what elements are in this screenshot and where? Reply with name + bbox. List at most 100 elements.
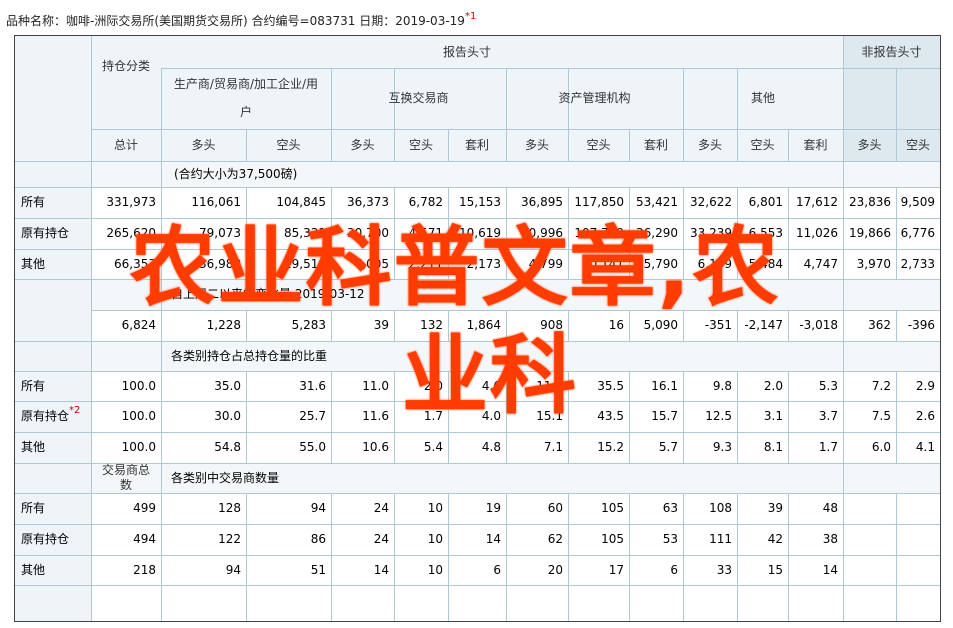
table-cell-value: 11.0 — [362, 379, 389, 393]
table-cell-value: 3,970 — [856, 257, 891, 271]
other-reportables-header: 其他 — [750, 91, 775, 105]
table-cell-value: 17 — [608, 563, 624, 577]
non-report-positions-header: 非报告头寸 — [861, 45, 922, 59]
table-cell-value: 25.7 — [299, 409, 326, 423]
table-cell-value: 55.0 — [299, 440, 326, 454]
table-cell-value: 10,141 — [582, 257, 624, 271]
table-cell-value: 117,850 — [574, 195, 624, 209]
producer-merchant-header: 生产商/贸易商/加工企业/用户 — [173, 77, 319, 119]
row-label: 其他 — [15, 249, 91, 279]
table-cell-value: 3.1 — [763, 409, 783, 423]
table-cell-value: 15.7 — [651, 409, 678, 423]
traders-count-header-line-2: 数 — [119, 478, 132, 492]
table-cell-value: 10 — [427, 501, 443, 515]
caption-text: 品种名称：咖啡-洲际交易所(美国期货交易所) 合约编号=083731 日期：20… — [6, 14, 465, 28]
table-cell-value: 79,073 — [199, 226, 241, 240]
table-cell-value: 9.8 — [712, 379, 732, 393]
table-cell-value: 11.1 — [536, 379, 563, 393]
table-cell-value: 85,331 — [284, 226, 326, 240]
table-cell-value: 4.1 — [915, 440, 935, 454]
table-cell-value: 15 — [767, 563, 783, 577]
table-cell-value: 4,747 — [803, 257, 838, 271]
table-cell-value: 4,799 — [528, 257, 563, 271]
table-cell-value: 6 — [493, 563, 501, 577]
table-cell-value: 100.0 — [121, 409, 156, 423]
row-label-text: 原有持仓 — [21, 409, 70, 423]
subheader-11: 套利 — [803, 138, 828, 152]
table-cell-value: 6 — [670, 563, 678, 577]
table-cell-value: 30,996 — [521, 226, 563, 240]
table-cell-value: 33 — [716, 563, 732, 577]
table-cell-value: 100.0 — [121, 440, 156, 454]
section-title-2: 自上周二以来的变化量 2019-03-12 — [171, 287, 365, 301]
row-label: 原有持仓 — [15, 218, 91, 249]
table-cell-value: 6,801 — [748, 195, 783, 209]
table-cell-value: 5,090 — [643, 318, 678, 332]
table-cell-value: 14 — [822, 563, 838, 577]
table-cell-value: 116,061 — [191, 195, 241, 209]
table-cell-value — [843, 524, 896, 555]
table-cell-value: 19,866 — [849, 226, 891, 240]
table-cell-value — [843, 493, 896, 524]
table-cell-value: 33,239 — [690, 226, 732, 240]
table-cell-value: 39 — [373, 318, 389, 332]
table-cell-value: 265,620 — [106, 226, 156, 240]
table-cell-value: 6,159 — [697, 257, 732, 271]
table-cell-value: 35.0 — [214, 379, 241, 393]
table-cell-value: 9,509 — [900, 195, 935, 209]
table-cell-value: 2.9 — [915, 379, 935, 393]
table-cell-value: 104,845 — [276, 195, 326, 209]
table-cell-value: 15.1 — [536, 409, 563, 423]
table-cell-value: 122 — [218, 532, 241, 546]
table-cell-value: 5,484 — [748, 257, 783, 271]
row-label-text: 所有 — [21, 195, 46, 209]
table-cell-value: 63 — [662, 501, 678, 515]
table-cell-value: 31.6 — [299, 379, 326, 393]
table-cell-value: 111 — [709, 532, 732, 546]
traders-count-header-line-1: 交易商总 — [101, 463, 150, 477]
row-label: 原有持仓*2 — [15, 401, 91, 432]
table-cell-value: 1,228 — [206, 318, 241, 332]
table-cell-value: 94 — [225, 563, 241, 577]
table-cell-value: 499 — [133, 501, 156, 515]
row-label: 所有 — [15, 187, 91, 218]
table-cell-value: 11,026 — [796, 226, 838, 240]
table-cell-value: 62 — [547, 532, 563, 546]
table-cell-value: 218 — [133, 563, 156, 577]
subheader-13: 空头 — [905, 138, 930, 152]
subheader-8: 套利 — [643, 138, 668, 152]
table-cell-value: 9.3 — [712, 440, 732, 454]
table-cell-value: 24 — [373, 501, 389, 515]
table-cell-value: 51 — [310, 563, 326, 577]
table-cell-value: 11.6 — [362, 409, 389, 423]
table-cell-value — [896, 493, 940, 524]
row-label-text: 原有持仓 — [21, 532, 70, 546]
row-label-text: 原有持仓 — [21, 226, 70, 240]
table-cell-value: 86 — [310, 532, 326, 546]
row-label — [15, 310, 91, 341]
table-cell-value: 16.1 — [651, 379, 678, 393]
subheader-6: 多头 — [524, 138, 549, 152]
table-cell-value: 362 — [868, 318, 891, 332]
table-cell-value: 105 — [601, 532, 624, 546]
subheader-3: 多头 — [350, 138, 375, 152]
table-cell-value: 10 — [427, 563, 443, 577]
table-cell-value: 7.2 — [871, 379, 891, 393]
row-label-text: 所有 — [21, 501, 46, 515]
table-cell-value: 4,571 — [408, 226, 443, 240]
cot-report-table: 报告头寸 非报告头寸 持仓分类 生产商/贸易商/加工企业/用户 互换交易商 资产管理机构其… — [14, 35, 941, 622]
table-cell-value: 6.0 — [871, 440, 891, 454]
report-positions-header: 报告头寸 — [442, 45, 491, 59]
table-cell-value: 6,553 — [748, 226, 783, 240]
table-cell-value: 14 — [373, 563, 389, 577]
table-cell-value: 39 — [767, 501, 783, 515]
table-cell-value: 2.6 — [915, 409, 935, 423]
row-label-text: 其他 — [21, 257, 46, 271]
table-cell-value: 2,733 — [900, 257, 935, 271]
table-cell-value: 7.1 — [543, 440, 563, 454]
table-cell-value: 24 — [373, 532, 389, 546]
table-cell-value: 53,421 — [636, 195, 678, 209]
table-cell-value: 3.7 — [818, 409, 838, 423]
row-label: 原有持仓 — [15, 524, 91, 555]
subheader-5: 套利 — [464, 138, 489, 152]
